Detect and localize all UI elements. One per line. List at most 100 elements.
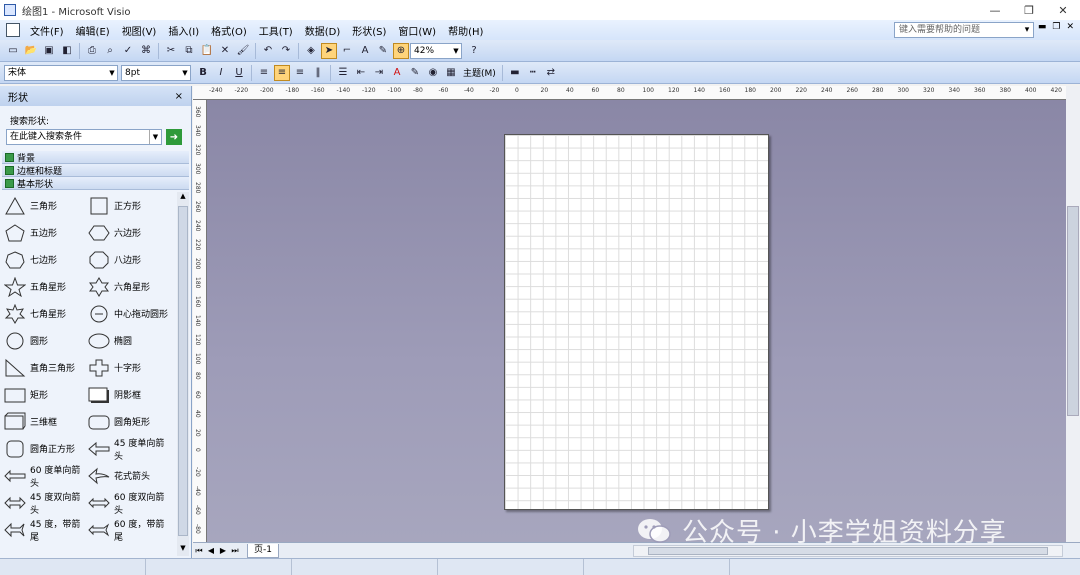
doc-minimize-icon[interactable]: ▬ [1038, 22, 1047, 32]
spelling-icon[interactable]: ✓ [120, 43, 136, 59]
undo-icon[interactable]: ↶ [260, 43, 276, 59]
connector-tool-icon[interactable]: ⌐ [339, 43, 355, 59]
search-input[interactable]: 在此键入搜索条件 ▼ [6, 129, 162, 145]
shape-item[interactable]: 矩形 [4, 381, 88, 408]
stencil-background[interactable]: 背景 [2, 151, 189, 164]
font-color-button[interactable]: A [389, 65, 405, 81]
redo-icon[interactable]: ↷ [278, 43, 294, 59]
align-right-icon[interactable]: ≡ [292, 65, 308, 81]
scroll-thumb[interactable] [178, 206, 188, 536]
shape-item[interactable]: 十字形 [88, 354, 172, 381]
shape-item[interactable]: 可变箭头 1 [4, 543, 88, 550]
menu-help[interactable]: 帮助(H) [442, 23, 489, 38]
shapes-scrollbar[interactable]: ▲ ▼ [177, 192, 189, 556]
increase-indent-icon[interactable]: ⇥ [371, 65, 387, 81]
menu-format[interactable]: 格式(O) [205, 23, 253, 38]
shape-item[interactable]: 可变箭头 2 [88, 543, 172, 550]
prev-page-icon[interactable]: ◀ [205, 546, 217, 555]
tab-page-1[interactable]: 页-1 [247, 543, 279, 558]
shape-item[interactable]: 直角三角形 [4, 354, 88, 381]
scroll-thumb[interactable] [1067, 206, 1079, 416]
line-pattern-icon[interactable]: ┅ [525, 65, 541, 81]
drawing-page[interactable] [504, 134, 769, 510]
shape-item[interactable]: 45 度双向箭头 [4, 489, 88, 516]
close-button[interactable]: ✕ [1046, 0, 1080, 20]
line-weight-icon[interactable]: ▬ [507, 65, 523, 81]
shape-item[interactable]: 三维框 [4, 408, 88, 435]
shape-item[interactable]: 六边形 [88, 219, 172, 246]
scroll-up-icon[interactable]: ▲ [177, 192, 189, 204]
scroll-down-icon[interactable]: ▼ [177, 544, 189, 556]
shape-item[interactable]: 60 度，带箭尾 [88, 516, 172, 543]
align-center-icon[interactable]: ≡ [274, 64, 290, 81]
canvas-vertical-scrollbar[interactable] [1066, 86, 1080, 542]
font-size-select[interactable]: 8pt ▼ [121, 64, 191, 81]
minimize-button[interactable]: — [978, 0, 1012, 20]
permission-icon[interactable]: ◧ [59, 43, 75, 59]
doc-close-icon[interactable]: ✕ [1066, 22, 1074, 32]
shape-item[interactable]: 正方形 [88, 192, 172, 219]
stencil-borders-titles[interactable]: 边框和标题 [2, 164, 189, 177]
italic-button[interactable]: I [213, 65, 229, 81]
shape-item[interactable]: 中心拖动圆形 [88, 300, 172, 327]
help-search-input[interactable]: 键入需要帮助的问题 ▾ [894, 22, 1034, 38]
shape-item[interactable]: 阴影框 [88, 381, 172, 408]
shape-item[interactable]: 花式箭头 [88, 462, 172, 489]
delete-icon[interactable]: ✕ [217, 43, 233, 59]
new-icon[interactable]: ▭ [5, 43, 21, 59]
menu-edit[interactable]: 编辑(E) [70, 23, 116, 38]
shape-item[interactable]: 八边形 [88, 246, 172, 273]
menu-insert[interactable]: 插入(I) [162, 23, 205, 38]
line-ends-icon[interactable]: ⇄ [543, 65, 559, 81]
shape-item[interactable]: 45 度单向箭头 [88, 435, 172, 462]
chevron-down-icon[interactable]: ▼ [451, 44, 461, 58]
close-icon[interactable]: × [175, 91, 183, 102]
shape-item[interactable]: 六角星形 [88, 273, 172, 300]
shape-item[interactable]: 圆形 [4, 327, 88, 354]
menu-tools[interactable]: 工具(T) [253, 23, 299, 38]
last-page-icon[interactable]: ⏭ [229, 546, 241, 556]
restore-button[interactable]: ❐ [1012, 0, 1046, 20]
format-painter-icon[interactable]: 🖌 [235, 43, 251, 59]
chevron-down-icon[interactable]: ▾ [1021, 23, 1033, 37]
chevron-down-icon[interactable]: ▼ [149, 130, 161, 144]
menu-file[interactable]: 文件(F) [24, 23, 70, 38]
chevron-down-icon[interactable]: ▼ [107, 66, 117, 80]
menu-window[interactable]: 窗口(W) [392, 23, 442, 38]
theme-icon[interactable]: ▦ [443, 65, 459, 81]
shape-item[interactable]: 三角形 [4, 192, 88, 219]
shape-item[interactable]: 椭圆 [88, 327, 172, 354]
shape-item[interactable]: 七角星形 [4, 300, 88, 327]
shape-item[interactable]: 圆角矩形 [88, 408, 172, 435]
shapes-icon[interactable]: ◈ [303, 43, 319, 59]
shape-item[interactable]: 60 度单向箭头 [4, 462, 88, 489]
line-tool-icon[interactable]: ✎ [375, 43, 391, 59]
chevron-down-icon[interactable]: ▼ [180, 66, 190, 80]
fill-color-icon[interactable]: ◉ [425, 65, 441, 81]
bold-button[interactable]: B [195, 65, 211, 81]
menu-view[interactable]: 视图(V) [116, 23, 163, 38]
menu-shapes[interactable]: 形状(S) [346, 23, 392, 38]
font-select[interactable]: 宋体 ▼ [4, 64, 118, 81]
shape-item[interactable]: 五角星形 [4, 273, 88, 300]
theme-button[interactable]: 主题(M) [460, 66, 499, 79]
decrease-indent-icon[interactable]: ⇤ [353, 65, 369, 81]
shape-item[interactable]: 圆角正方形 [4, 435, 88, 462]
shape-item[interactable]: 五边形 [4, 219, 88, 246]
drawing-canvas[interactable] [207, 100, 1066, 542]
justify-icon[interactable]: ‖ [310, 65, 326, 81]
search-go-button[interactable]: ➜ [166, 129, 182, 145]
text-tool-icon[interactable]: A [357, 43, 373, 59]
print-icon[interactable]: ⎙ [84, 43, 100, 59]
paste-icon[interactable]: 📋 [199, 43, 215, 59]
first-page-icon[interactable]: ⏮ [193, 546, 205, 556]
shape-item[interactable]: 60 度双向箭头 [88, 489, 172, 516]
shape-item[interactable]: 七边形 [4, 246, 88, 273]
line-color-icon[interactable]: ✎ [407, 65, 423, 81]
doc-restore-icon[interactable]: ❐ [1052, 22, 1060, 32]
copy-icon[interactable]: ⧉ [181, 43, 197, 59]
print-preview-icon[interactable]: ⌕ [102, 43, 118, 59]
menu-data[interactable]: 数据(D) [299, 23, 347, 38]
help-icon[interactable]: ? [466, 43, 482, 59]
save-icon[interactable]: ▣ [41, 43, 57, 59]
